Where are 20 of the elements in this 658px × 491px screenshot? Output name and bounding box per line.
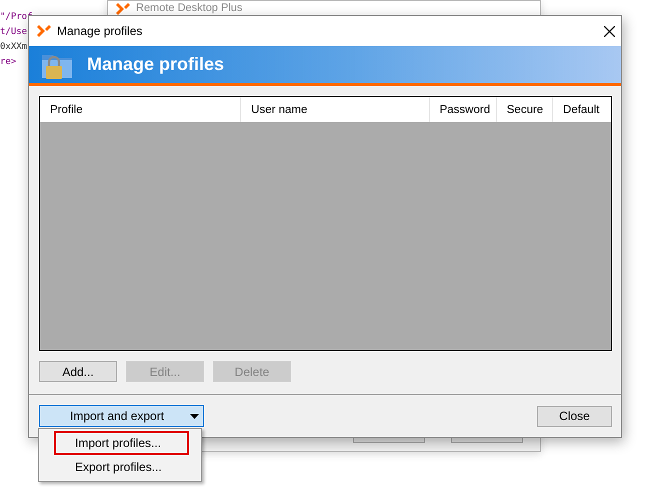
window-title: Remote Desktop Plus <box>136 2 242 15</box>
menu-item[interactable]: Import profiles... <box>54 431 189 455</box>
code-line: t/Use <box>0 26 28 39</box>
logo-icon <box>37 25 51 37</box>
code-line: 0xXXm <box>0 41 28 54</box>
code-line: re> <box>0 56 18 69</box>
column-header[interactable]: User name <box>241 97 430 122</box>
close-icon[interactable] <box>604 26 615 36</box>
logo-icon <box>116 2 130 14</box>
window-title: Manage profiles <box>57 24 142 38</box>
banner-title: Manage profiles <box>87 54 224 75</box>
menu-item[interactable]: Export profiles... <box>54 455 189 479</box>
caret-icon <box>190 414 199 418</box>
close-button[interactable]: Close <box>537 406 612 426</box>
dropdown-button[interactable]: Import and export <box>39 405 204 427</box>
column-header[interactable]: Profile <box>40 97 242 122</box>
column-header[interactable]: Secure <box>496 97 554 122</box>
action-button[interactable]: Add... <box>39 361 117 382</box>
column-header[interactable]: Default <box>553 97 611 122</box>
column-header[interactable]: Password <box>430 97 497 122</box>
